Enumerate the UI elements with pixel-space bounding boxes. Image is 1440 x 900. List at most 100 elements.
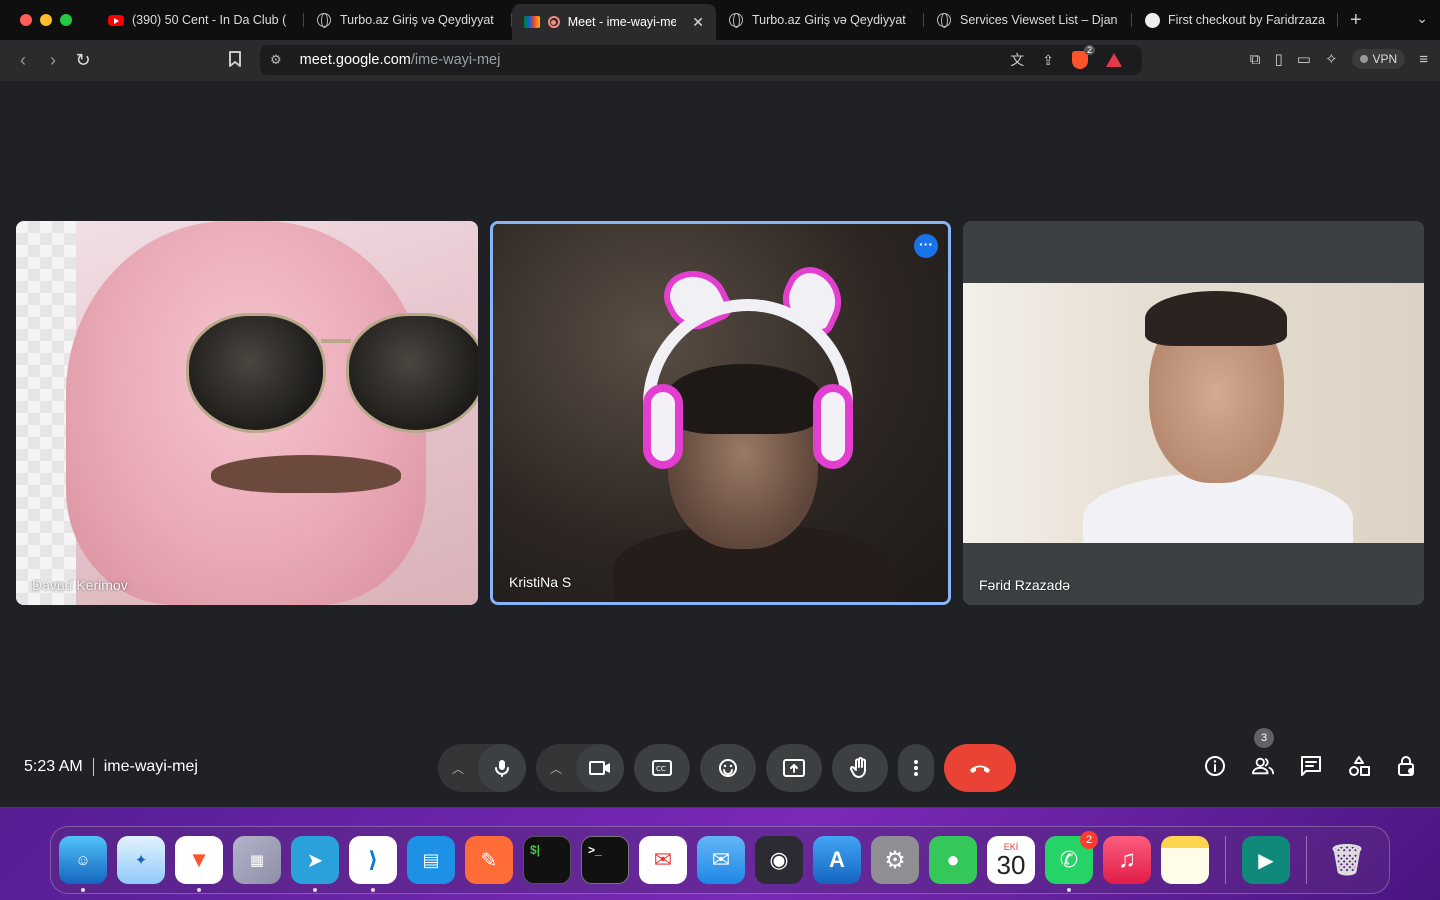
share-icon[interactable]: ⇪ — [1042, 52, 1054, 69]
music-icon[interactable]: ♫ — [1103, 836, 1151, 884]
participant-tile[interactable]: Davud Kerimov — [16, 221, 478, 605]
reactions-button[interactable] — [700, 744, 756, 792]
sunglasses-lens-right — [346, 313, 478, 433]
mustache — [211, 455, 401, 493]
tab-turbo-2[interactable]: Turbo.az Giriş və Qeydiyyat — [716, 4, 924, 36]
shield-count-badge: 2 — [1083, 45, 1095, 55]
participant-name: KristiNa S — [509, 574, 572, 590]
meeting-details-button[interactable] — [1204, 755, 1226, 777]
present-screen-icon — [783, 759, 805, 777]
safari-icon[interactable]: ✦ — [117, 836, 165, 884]
headphone-cup-right — [813, 384, 853, 469]
bookmark-icon[interactable] — [228, 51, 242, 72]
calendar-icon[interactable]: EKİ 30 — [987, 836, 1035, 884]
tab-services[interactable]: Services Viewset List – Djan — [924, 4, 1132, 36]
running-indicator — [197, 888, 201, 892]
obs-icon[interactable]: ◉ — [755, 836, 803, 884]
telegram-icon[interactable]: ➤ — [291, 836, 339, 892]
new-tab-button[interactable]: + — [1338, 9, 1374, 32]
brave-icon[interactable]: ▼ — [175, 836, 223, 892]
finder-icon[interactable]: ☺ — [59, 836, 107, 892]
vpn-button[interactable]: VPN — [1351, 49, 1406, 69]
globe-icon — [936, 12, 952, 28]
chat-button[interactable] — [1300, 755, 1322, 777]
meeting-side-controls: 3 — [1204, 728, 1418, 777]
participant-tile-active-speaker[interactable]: ··· KristiNa S — [490, 221, 951, 605]
extensions-icon[interactable]: ⧉ — [1250, 51, 1261, 68]
tab-menu-chevron-icon[interactable]: ⌄ — [1416, 10, 1428, 27]
more-vertical-icon — [914, 760, 918, 776]
participant-tile[interactable]: Fərid Rzazadə — [963, 221, 1424, 605]
globe-icon — [728, 12, 744, 28]
browser-toolbar: ‹ › ↻ ⚙ meet.google.com/ime-wayi-mej 文 ⇪… — [0, 40, 1440, 81]
sunglasses-lens-left — [186, 313, 326, 433]
window-controls — [0, 14, 96, 26]
leo-ai-icon[interactable]: ✧ — [1325, 50, 1338, 68]
video-control-group: ︿ — [536, 744, 624, 792]
sidebar-icon[interactable]: ▯ — [1275, 50, 1283, 68]
launchpad-icon[interactable]: ▦ — [233, 836, 281, 884]
close-tab-icon[interactable]: ✕ — [692, 14, 704, 31]
docker-icon[interactable]: ▤ — [407, 836, 455, 884]
vpn-label: VPN — [1372, 52, 1398, 66]
wallet-icon[interactable]: ▭ — [1297, 50, 1311, 68]
tab-title: Turbo.az Giriş və Qeydiyyat — [752, 13, 906, 27]
google-meet-app-icon[interactable]: ▶ — [1242, 836, 1290, 884]
reload-button[interactable]: ↻ — [68, 50, 98, 71]
translate-icon[interactable]: 文 — [1010, 50, 1024, 70]
activities-button[interactable] — [1348, 755, 1370, 777]
raise-hand-button[interactable] — [832, 744, 888, 792]
participant-name: Fərid Rzazadə — [979, 577, 1071, 593]
messages-icon[interactable]: ● — [929, 836, 977, 884]
people-count-badge: 3 — [1254, 728, 1274, 748]
camera-button[interactable] — [576, 744, 624, 792]
brave-rewards-icon[interactable] — [1106, 53, 1122, 67]
forward-button[interactable]: › — [38, 50, 68, 71]
minimize-window-button[interactable] — [40, 14, 52, 26]
running-indicator — [81, 888, 85, 892]
tab-bar: (390) 50 Cent - In Da Club ( Turbo.az Gi… — [0, 0, 1440, 40]
youtube-icon — [108, 12, 124, 28]
iterm-icon[interactable]: $| — [523, 836, 571, 884]
running-indicator — [313, 888, 317, 892]
trash-icon[interactable]: 🗑 — [1323, 836, 1371, 884]
host-controls-button[interactable] — [1396, 755, 1418, 777]
people-button[interactable]: 3 — [1252, 728, 1274, 777]
zoom-window-button[interactable] — [60, 14, 72, 26]
tab-meet[interactable]: Meet - ime-wayi-mej ✕ — [512, 4, 716, 40]
captions-button[interactable]: CC — [634, 744, 690, 792]
vscode-icon[interactable]: ⟩ — [349, 836, 397, 892]
mail-icon[interactable]: ✉ — [697, 836, 745, 884]
microphone-button[interactable] — [478, 744, 526, 792]
url-host: meet.google.com — [299, 52, 411, 68]
site-settings-icon[interactable]: ⚙ — [270, 52, 282, 68]
brave-shields-icon[interactable]: 2 — [1072, 45, 1095, 69]
menu-icon[interactable]: ≡ — [1419, 51, 1428, 68]
calendar-day: 30 — [996, 850, 1026, 880]
participant-name: Davud Kerimov — [32, 577, 128, 593]
tab-github[interactable]: First checkout by Faridrzaza — [1132, 4, 1338, 36]
airmail-icon[interactable]: ✉ — [639, 836, 687, 884]
app-store-icon[interactable]: A — [813, 836, 861, 884]
address-bar[interactable]: ⚙ meet.google.com/ime-wayi-mej 文 ⇪ 2 — [260, 45, 1142, 75]
more-options-icon[interactable]: ··· — [914, 234, 938, 258]
leave-call-button[interactable] — [944, 744, 1016, 792]
whatsapp-icon[interactable]: ✆ 2 — [1045, 831, 1098, 892]
info-icon — [1205, 756, 1225, 776]
tab-title: Turbo.az Giriş və Qeydiyyat — [340, 13, 494, 27]
lock-person-icon — [1398, 756, 1414, 776]
hand-icon — [850, 757, 866, 778]
postman-icon[interactable]: ✎ — [465, 836, 513, 884]
close-window-button[interactable] — [20, 14, 32, 26]
notes-icon[interactable] — [1161, 836, 1209, 884]
tab-turbo-1[interactable]: Turbo.az Giriş və Qeydiyyat — [304, 4, 512, 36]
tab-youtube[interactable]: (390) 50 Cent - In Da Club ( — [96, 4, 304, 36]
sunglasses-bridge — [321, 339, 351, 343]
present-screen-button[interactable] — [766, 744, 822, 792]
audio-options-chevron-icon[interactable]: ︿ — [438, 744, 478, 792]
terminal-icon[interactable]: >_ — [581, 836, 629, 884]
back-button[interactable]: ‹ — [8, 50, 38, 71]
video-options-chevron-icon[interactable]: ︿ — [536, 744, 576, 792]
settings-icon[interactable]: ⚙ — [871, 836, 919, 884]
more-options-button[interactable] — [898, 744, 934, 792]
